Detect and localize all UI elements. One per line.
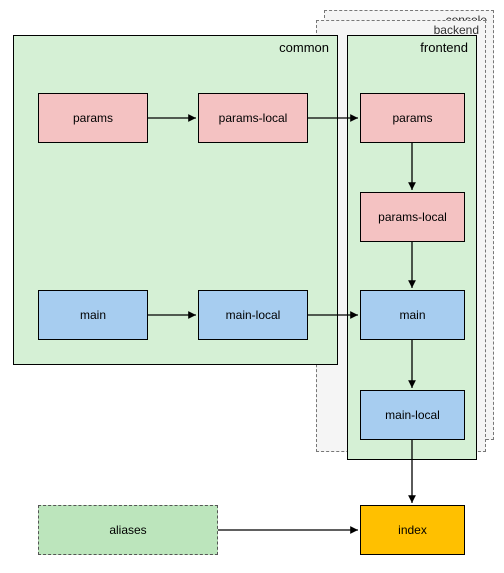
frontend-main-text: main — [399, 308, 425, 322]
frontend-main-box: main — [360, 290, 465, 340]
common-params-local-box: params-local — [198, 93, 308, 143]
frontend-label: frontend — [420, 40, 468, 55]
common-main-local-text: main-local — [226, 308, 281, 322]
diagram-canvas: console backend common frontend params p… — [0, 0, 504, 573]
common-params-box: params — [38, 93, 148, 143]
frontend-params-local-box: params-local — [360, 192, 465, 242]
common-params-text: params — [73, 111, 113, 125]
common-params-local-text: params-local — [219, 111, 288, 125]
frontend-main-local-text: main-local — [385, 408, 440, 422]
aliases-box: aliases — [38, 505, 218, 555]
aliases-text: aliases — [109, 523, 146, 537]
common-label: common — [279, 40, 329, 55]
frontend-params-text: params — [392, 111, 432, 125]
common-main-text: main — [80, 308, 106, 322]
frontend-params-box: params — [360, 93, 465, 143]
index-text: index — [398, 523, 427, 537]
frontend-main-local-box: main-local — [360, 390, 465, 440]
index-box: index — [360, 505, 465, 555]
common-main-box: main — [38, 290, 148, 340]
frontend-params-local-text: params-local — [378, 210, 447, 224]
common-main-local-box: main-local — [198, 290, 308, 340]
